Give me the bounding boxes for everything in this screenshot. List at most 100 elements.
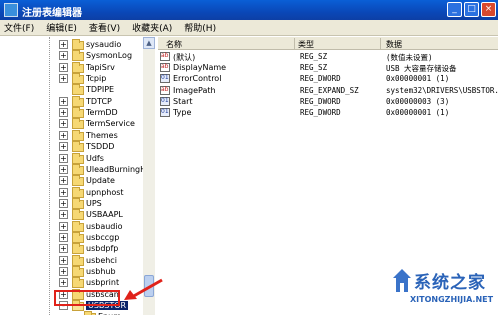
dword-value-icon xyxy=(160,74,170,84)
house-logo-icon xyxy=(393,269,411,292)
expand-icon[interactable]: + xyxy=(59,198,68,208)
tree-item-label: USBAAPL xyxy=(86,210,123,220)
tree-item-label: Themes xyxy=(86,130,118,140)
tree-item-label: usbehci xyxy=(86,255,117,265)
column-type-header[interactable]: 类型 xyxy=(298,39,314,50)
expand-icon[interactable]: + xyxy=(59,255,68,265)
tree-item-themes[interactable]: + Themes xyxy=(0,129,143,142)
watermark-url: XITONGZHIJIA.NET xyxy=(410,295,494,304)
expand-icon[interactable]: + xyxy=(59,267,68,276)
tree-item-termservice[interactable]: + TermService xyxy=(0,118,143,130)
tree-item-label: Tcpip xyxy=(86,74,107,84)
folder-icon xyxy=(72,209,84,221)
tree-item-tcpip[interactable]: + Tcpip xyxy=(0,73,143,85)
registry-tree[interactable]: + sysaudio + SysmonLog + TapiSrv + Tcpip TDPIPE +… xyxy=(0,37,155,315)
expand-icon[interactable]: + xyxy=(59,51,68,61)
title-bar: 注册表编辑器 _ □ × xyxy=(0,0,498,20)
value-row[interactable]: (默认)REG_SZ(数值未设置) xyxy=(158,51,498,62)
tree-item-tdpipe[interactable]: TDPIPE xyxy=(0,84,143,96)
value-name: DisplayName xyxy=(173,63,227,73)
folder-icon xyxy=(72,107,84,119)
value-name: ErrorControl xyxy=(173,74,222,84)
menu-help[interactable]: 帮助(H) xyxy=(180,21,224,34)
expand-icon[interactable]: + xyxy=(59,142,68,152)
regedit-app-icon xyxy=(4,3,18,17)
folder-icon xyxy=(72,84,84,96)
tree-item-label: upnphost xyxy=(86,187,124,197)
usbstor-highlight-box xyxy=(54,290,120,306)
column-name-header[interactable]: 名称 xyxy=(166,39,182,50)
expand-icon[interactable]: + xyxy=(59,232,68,242)
list-header: 名称 类型 数据 xyxy=(158,37,498,50)
expand-icon[interactable]: + xyxy=(59,130,68,140)
maximize-button[interactable]: □ xyxy=(464,2,479,17)
menu-file[interactable]: 文件(F) xyxy=(0,21,42,34)
tree-item-update[interactable]: + Update xyxy=(0,175,143,187)
scroll-up-arrow-icon[interactable]: ▲ xyxy=(143,37,155,49)
value-data: 0x00000001 (1) xyxy=(386,74,450,84)
tree-item-usbccgp[interactable]: + usbccgp xyxy=(0,231,143,244)
tree-item-label: UPS xyxy=(86,198,102,208)
value-name: Start xyxy=(173,96,193,106)
expand-icon[interactable]: + xyxy=(59,221,68,231)
tree-item-uleadburninghe[interactable]: + UleadBurningHe xyxy=(0,163,151,176)
tree-item-label: Udfs xyxy=(86,153,104,163)
tree-item-usbhub[interactable]: + usbhub xyxy=(0,266,143,278)
expand-icon[interactable]: + xyxy=(59,278,68,288)
tree-item-label: usbdpfp xyxy=(86,244,119,254)
folder-icon xyxy=(72,243,84,255)
expand-icon[interactable]: + xyxy=(59,108,68,118)
tree-item-ups[interactable]: + UPS xyxy=(0,197,143,210)
value-row[interactable]: ImagePath REG_EXPAND_SZ system32\DRIVERS\U… xyxy=(158,85,498,96)
value-row[interactable]: ErrorControl REG_DWORD 0x00000001 (1) xyxy=(158,73,498,84)
expand-icon[interactable]: + xyxy=(59,244,68,254)
watermark-title: 系统之家 xyxy=(414,273,486,293)
dword-value-icon xyxy=(160,108,170,117)
expand-icon[interactable]: + xyxy=(59,187,68,197)
string-value-icon xyxy=(160,63,170,73)
expand-icon[interactable]: + xyxy=(59,153,68,163)
tree-item-tapisrv[interactable]: + TapiSrv xyxy=(0,61,143,74)
expand-icon[interactable]: + xyxy=(59,74,68,84)
menu-edit[interactable]: 编辑(E) xyxy=(42,21,85,34)
tree-item-enum[interactable]: Enum xyxy=(0,311,143,315)
tree-item-label: UleadBurningHe xyxy=(86,164,152,174)
tree-item-tsddd[interactable]: + TSDDD xyxy=(0,141,143,153)
folder-icon xyxy=(72,163,84,175)
close-button[interactable]: × xyxy=(481,2,496,17)
tree-item-udfs[interactable]: + Udfs xyxy=(0,152,143,165)
folder-icon xyxy=(72,266,84,277)
minimize-button[interactable]: _ xyxy=(447,2,462,17)
tree-scrollbar[interactable]: ▲ xyxy=(143,37,155,315)
tree-item-sysaudio[interactable]: + sysaudio xyxy=(0,39,143,51)
expand-icon[interactable]: + xyxy=(59,119,68,129)
expand-icon[interactable]: + xyxy=(59,40,68,49)
menu-favorites[interactable]: 收藏夹(A) xyxy=(128,21,180,34)
tree-item-usbdpfp[interactable]: + usbdpfp xyxy=(0,243,143,255)
value-row[interactable]: Type REG_DWORD 0x00000001 (1) xyxy=(158,107,498,118)
tree-item-tdtcp[interactable]: + TDTCP xyxy=(0,95,143,108)
column-data-header[interactable]: 数据 xyxy=(386,39,402,50)
tree-item-termdd[interactable]: + TermDD xyxy=(0,107,143,119)
dword-value-icon xyxy=(160,96,170,106)
value-type: REG_DWORD xyxy=(300,108,341,117)
expand-icon[interactable]: + xyxy=(59,62,68,72)
menu-view[interactable]: 查看(V) xyxy=(85,21,128,34)
value-row[interactable]: DisplayNameREG_SZUSB 大容量存储设备 xyxy=(158,62,498,73)
value-data: 0x00000003 (3) xyxy=(386,96,450,106)
value-row[interactable]: Start REG_DWORD 0x00000003 (3) xyxy=(158,96,498,107)
tree-item-usbprint[interactable]: + usbprint xyxy=(0,277,143,289)
expand-icon[interactable]: + xyxy=(59,210,68,220)
tree-item-label: TermDD xyxy=(86,108,118,118)
expand-icon[interactable]: + xyxy=(59,96,68,106)
tree-item-usbaudio[interactable]: + usbaudio xyxy=(0,220,143,233)
tree-item-sysmonlog[interactable]: + SysmonLog xyxy=(0,50,143,62)
tree-item-usbehci[interactable]: + usbehci xyxy=(0,254,143,267)
folder-icon xyxy=(72,152,84,164)
tree-item-usbaapl[interactable]: + USBAAPL xyxy=(0,209,143,221)
expand-icon[interactable]: + xyxy=(59,164,68,174)
tree-item-upnphost[interactable]: + upnphost xyxy=(0,186,143,199)
expand-icon[interactable]: + xyxy=(59,176,68,186)
window-title: 注册表编辑器 xyxy=(22,8,82,19)
value-type: REG_SZ xyxy=(300,63,328,73)
